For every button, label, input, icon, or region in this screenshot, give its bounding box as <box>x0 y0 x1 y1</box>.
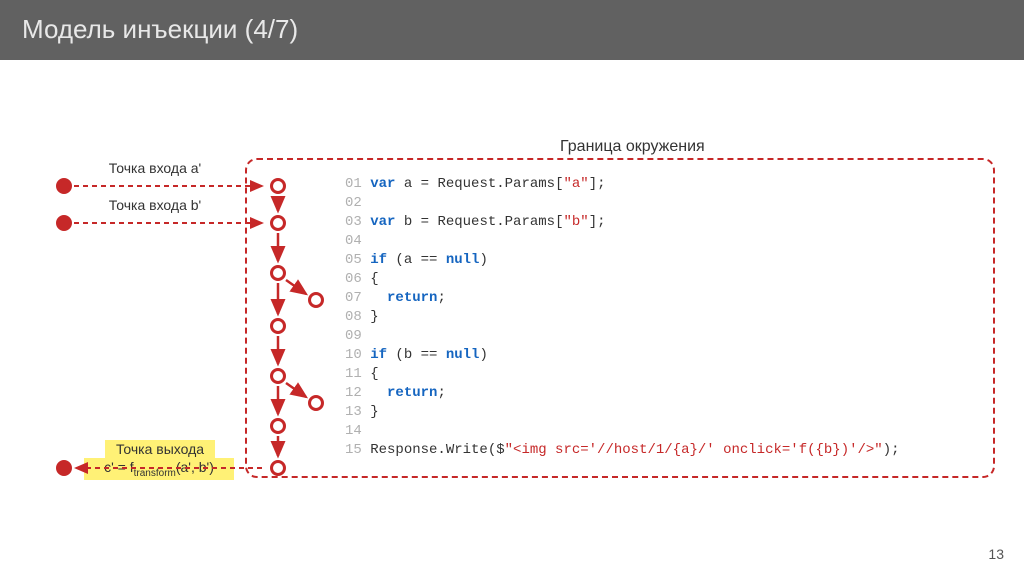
slide-header: Модель инъекции (4/7) <box>0 0 1024 60</box>
code-line: 04 <box>345 232 985 251</box>
exit-label-title: Точка выхода <box>105 440 215 458</box>
code-line: 14 <box>345 422 985 441</box>
graph-node <box>270 178 286 194</box>
code-line: 08 } <box>345 308 985 327</box>
code-line: 10 if (b == null) <box>345 346 985 365</box>
code-listing: 01 var a = Request.Params["a"];02 03 var… <box>345 175 985 460</box>
graph-node <box>270 318 286 334</box>
entry-label-b: Точка входа b' <box>95 197 215 213</box>
graph-node <box>308 292 324 308</box>
code-line: 05 if (a == null) <box>345 251 985 270</box>
code-line: 13 } <box>345 403 985 422</box>
graph-node <box>270 460 286 476</box>
code-line: 12 return; <box>345 384 985 403</box>
code-line: 01 var a = Request.Params["a"]; <box>345 175 985 194</box>
code-line: 06 { <box>345 270 985 289</box>
code-line: 03 var b = Request.Params["b"]; <box>345 213 985 232</box>
code-line: 15 Response.Write($"<img src='//host/1/{… <box>345 441 985 460</box>
slide-title: Модель инъекции (4/7) <box>22 14 298 44</box>
external-node-b <box>56 215 72 231</box>
code-line: 07 return; <box>345 289 985 308</box>
external-node-c <box>56 460 72 476</box>
graph-node <box>270 265 286 281</box>
graph-node <box>270 215 286 231</box>
external-node-a <box>56 178 72 194</box>
page-number: 13 <box>988 546 1004 562</box>
code-line: 09 <box>345 327 985 346</box>
environment-boundary-label: Граница окружения <box>560 138 705 156</box>
graph-node <box>308 395 324 411</box>
graph-node <box>270 368 286 384</box>
graph-node <box>270 418 286 434</box>
entry-label-a: Точка входа a' <box>95 160 215 176</box>
code-line: 02 <box>345 194 985 213</box>
exit-label-formula: c' = ftransform(a', b') <box>84 458 234 480</box>
slide-stage: Граница окружения Точка входа a' Точка в… <box>0 60 1024 574</box>
code-line: 11 { <box>345 365 985 384</box>
